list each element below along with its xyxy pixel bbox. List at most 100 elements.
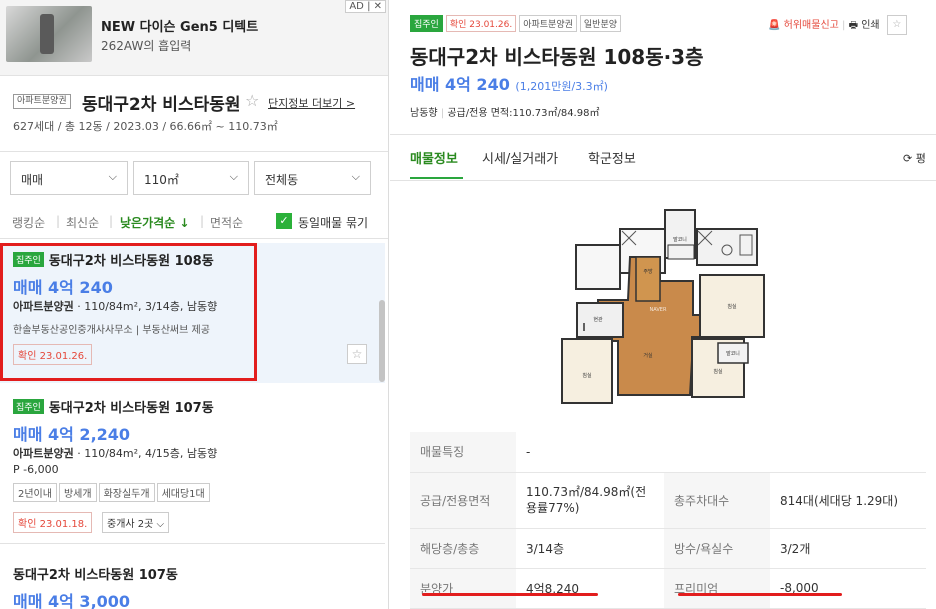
sort-latest[interactable]: 최신순 bbox=[66, 214, 99, 231]
print-icon: 🖶 bbox=[848, 20, 859, 31]
type-tag: 아파트분양권 bbox=[519, 15, 577, 32]
detail-price: 매매 4억 240 bbox=[410, 75, 510, 94]
detail-panel: 집주인 확인 23.01.26. 아파트분양권 일반분양 🚨 허위매물신고 | 🖶 인… bbox=[390, 0, 936, 609]
ad-close-button[interactable]: AD | ✕ bbox=[345, 0, 386, 13]
listing-info-table: 매물특징 - 공급/전용면적 110.73㎡/84.98㎡(전용률77%) 총주… bbox=[410, 432, 926, 609]
table-row: 공급/전용면적 110.73㎡/84.98㎡(전용률77%) 총주차대수 814… bbox=[410, 472, 926, 529]
listing-title: 동대구2차 비스타동원 107동 bbox=[48, 401, 214, 416]
listing-price: 매매 4억 3,000 bbox=[13, 592, 131, 609]
detail-tabs: 매물정보 시세/실거래가 학군정보 ⟳ 평 bbox=[390, 135, 936, 181]
table-row: 분양가 4억8,240 프리미엄 -8,000 bbox=[410, 568, 926, 609]
dedupe-label[interactable]: 동일매물 묶기 bbox=[298, 214, 368, 231]
scrollbar[interactable] bbox=[379, 300, 385, 382]
complex-meta: 627세대 / 총 12동 / 2023.03 / 66.66㎡ ~ 110.7… bbox=[13, 120, 278, 133]
ad-image bbox=[6, 6, 92, 62]
table-key: 매물특징 bbox=[410, 432, 516, 473]
area-unit-toggle[interactable]: ⟳ 평 bbox=[903, 150, 926, 166]
chevron-down-icon: ⌵ bbox=[351, 170, 360, 183]
svg-text:현관: 현관 bbox=[593, 316, 603, 323]
table-value: 3/14층 bbox=[516, 528, 664, 569]
svg-text:발코니: 발코니 bbox=[673, 236, 687, 243]
table-key: 해당층/총층 bbox=[410, 528, 516, 569]
highlight-underline bbox=[422, 593, 598, 596]
trade-type-value: 매매 bbox=[21, 173, 44, 187]
listing-spec: · 110/84m², 4/15층, 남동향 bbox=[73, 447, 218, 460]
feature-pill: 2년이내 bbox=[13, 483, 57, 502]
complex-info-link[interactable]: 단지정보 더보기 > bbox=[268, 95, 355, 111]
sort-bar: 랭킹순 | 최신순 | 낮은가격순 ↓ | 면적순 ✓ 동일매물 묶기 bbox=[0, 207, 388, 239]
complex-name: 동대구2차 비스타동원 bbox=[82, 95, 241, 115]
area-info: 공급/전용 면적:110.73㎡/84.98㎡ bbox=[447, 108, 600, 119]
table-key: 공급/전용면적 bbox=[410, 472, 516, 529]
table-key: 총주차대수 bbox=[664, 472, 770, 529]
sort-ranking[interactable]: 랭킹순 bbox=[12, 214, 45, 231]
complex-header: 아파트분양권 동대구2차 비스타동원 ☆ 단지정보 더보기 > 627세대 / … bbox=[0, 77, 388, 152]
ad-banner[interactable]: NEW 다이슨 Gen5 디텍트 262AW의 흡입력 AD | ✕ bbox=[0, 0, 388, 76]
listing-panel: NEW 다이슨 Gen5 디텍트 262AW의 흡입력 AD | ✕ 아파트분양… bbox=[0, 0, 389, 609]
chevron-down-icon: ⌵ bbox=[229, 170, 238, 183]
sale-tag: 일반분양 bbox=[579, 15, 622, 32]
dong-value: 전체동 bbox=[265, 173, 299, 187]
svg-text:주방: 주방 bbox=[643, 268, 653, 275]
listing-item[interactable]: 동대구2차 비스타동원 107동 매매 4억 3,000 bbox=[0, 545, 385, 609]
confirm-date: 확인 23.01.18. bbox=[13, 512, 93, 533]
owner-tag: 집주인 bbox=[13, 399, 44, 414]
favorite-star-icon[interactable]: ☆ bbox=[245, 91, 259, 110]
tab-listing-info[interactable]: 매물정보 bbox=[410, 148, 458, 167]
table-key: 방수/욕실수 bbox=[664, 528, 770, 569]
sort-low-price[interactable]: 낮은가격순 ↓ bbox=[120, 214, 189, 231]
area-value: 110㎡ bbox=[144, 173, 179, 187]
listing-type: 아파트분양권 bbox=[13, 447, 74, 460]
report-button[interactable]: 🚨 허위매물신고 bbox=[768, 20, 839, 31]
dedupe-checkbox[interactable]: ✓ bbox=[276, 213, 292, 229]
table-key: 프리미엄 bbox=[664, 568, 770, 609]
sort-area[interactable]: 면적순 bbox=[210, 214, 243, 231]
svg-text:침실: 침실 bbox=[582, 372, 592, 379]
tab-school-info[interactable]: 학군정보 bbox=[588, 148, 636, 167]
highlight-underline bbox=[678, 593, 842, 596]
favorite-star-icon[interactable]: ☆ bbox=[886, 15, 907, 35]
svg-text:발코니: 발코니 bbox=[726, 350, 740, 357]
print-button[interactable]: 🖶 인쇄 bbox=[849, 20, 880, 31]
table-value: -8,000 bbox=[770, 568, 926, 609]
svg-text:거실: 거실 bbox=[643, 352, 653, 359]
detail-tags: 집주인 확인 23.01.26. 아파트분양권 일반분양 bbox=[410, 12, 624, 32]
feature-pill: 세대당1대 bbox=[156, 483, 210, 502]
highlight-box bbox=[0, 243, 257, 381]
favorite-star-icon[interactable]: ☆ bbox=[347, 344, 367, 364]
table-value: 4억8,240 bbox=[516, 568, 664, 609]
table-value: 3/2개 bbox=[770, 528, 926, 569]
table-row: 매물특징 - bbox=[410, 432, 926, 473]
table-value: 814대(세대당 1.29대) bbox=[770, 472, 926, 529]
listing-title: 동대구2차 비스타동원 107동 bbox=[13, 568, 178, 583]
floor-plan-image[interactable]: 주방 거실 침실 침실 침실 발코니 발코니 현관 NAVER bbox=[560, 205, 780, 415]
svg-text:침실: 침실 bbox=[727, 303, 737, 310]
feature-pills: 2년이내 방세개 화장실두개 세대당1대 bbox=[13, 483, 212, 502]
listing-item[interactable]: 집주인 동대구2차 비스타동원 107동 매매 4억 2,240 아파트분양권 ·… bbox=[0, 384, 385, 544]
detail-title: 동대구2차 비스타동원 108동·3층 bbox=[410, 45, 704, 69]
table-value: 110.73㎡/84.98㎡(전용률77%) bbox=[516, 472, 664, 529]
ad-subtitle: 262AW의 흡입력 bbox=[101, 39, 192, 53]
direction: 남동향 bbox=[410, 108, 438, 119]
price-per-area: (1,201만원/3.3㎡) bbox=[515, 80, 608, 93]
table-row: 해당층/총층 3/14층 방수/욕실수 3/2개 bbox=[410, 528, 926, 569]
chevron-down-icon: ⌵ bbox=[108, 170, 117, 183]
confirm-tag: 확인 23.01.26. bbox=[445, 15, 517, 32]
tab-price-history[interactable]: 시세/실거래가 bbox=[482, 148, 558, 167]
dong-select[interactable]: 전체동 ⌵ bbox=[254, 161, 371, 195]
agents-dropdown[interactable]: 중개사 2곳 ⌵ bbox=[102, 512, 170, 533]
feature-pill: 방세개 bbox=[58, 483, 97, 502]
active-tab-indicator bbox=[410, 177, 463, 179]
svg-text:침실: 침실 bbox=[713, 368, 723, 375]
feature-pill: 화장실두개 bbox=[98, 483, 155, 502]
table-value: - bbox=[516, 432, 926, 473]
ad-title: NEW 다이슨 Gen5 디텍트 bbox=[101, 20, 259, 35]
listing-item[interactable]: 집주인 동대구2차 비스타동원 108동 매매 4억 240 아파트분양권 · 1… bbox=[0, 243, 385, 383]
detail-actions: 🚨 허위매물신고 | 🖶 인쇄 ☆ bbox=[768, 15, 907, 35]
listing-price: 매매 4억 2,240 bbox=[13, 425, 131, 444]
table-key: 분양가 bbox=[410, 568, 516, 609]
siren-icon: 🚨 bbox=[768, 20, 781, 31]
area-select[interactable]: 110㎡ ⌵ bbox=[133, 161, 249, 195]
trade-type-select[interactable]: 매매 ⌵ bbox=[10, 161, 128, 195]
svg-text:NAVER: NAVER bbox=[650, 307, 667, 313]
